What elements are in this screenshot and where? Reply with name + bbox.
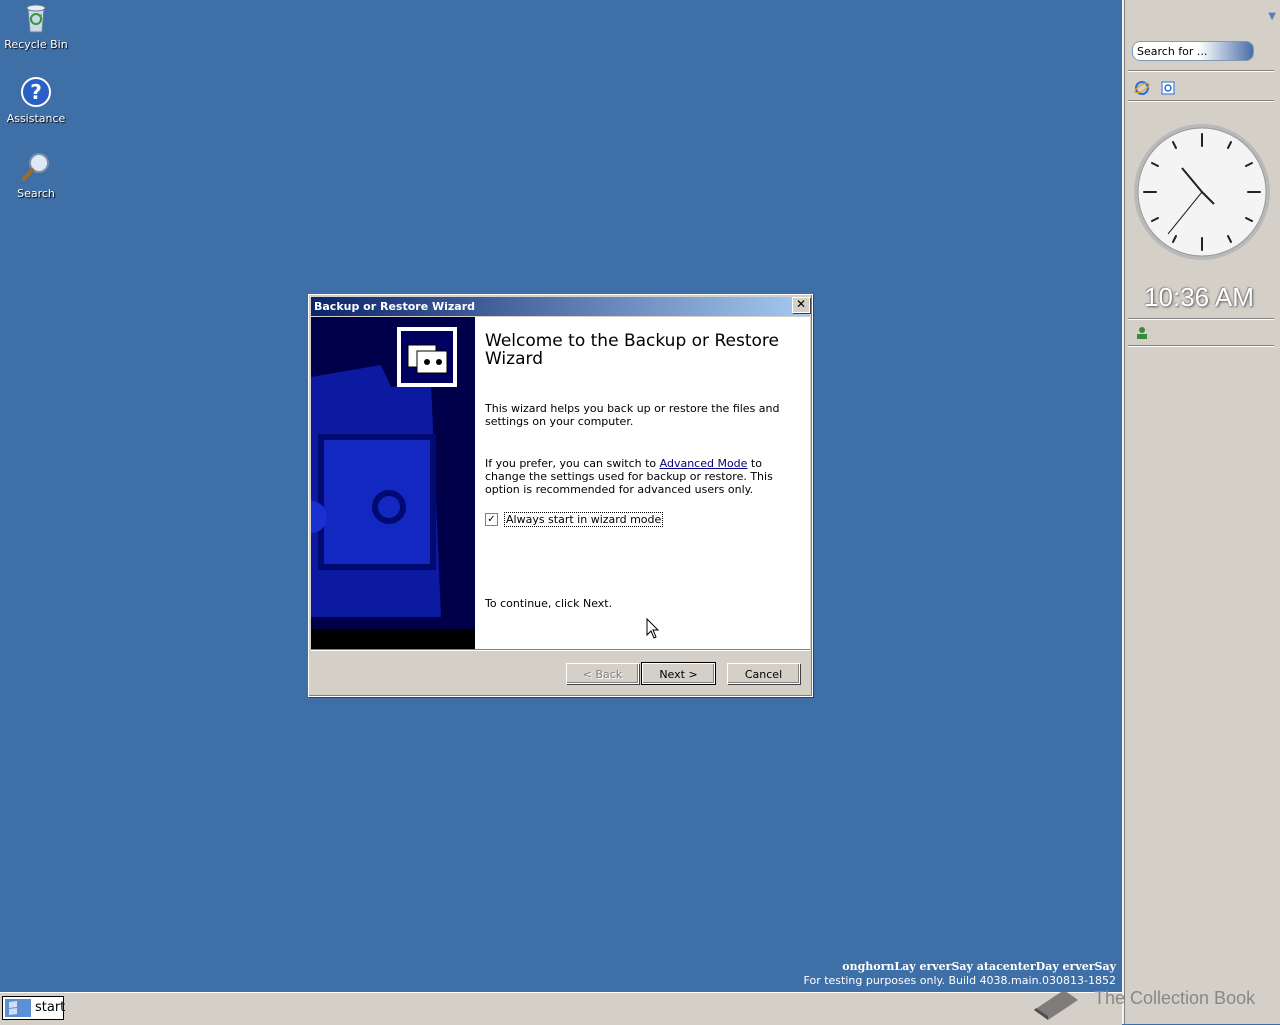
close-button[interactable]: ✕ (792, 297, 810, 313)
svg-text:?: ? (30, 80, 42, 104)
wizard-mode-label[interactable]: Always start in wizard mode (504, 512, 664, 527)
chevron-down-icon[interactable]: ▼ (1268, 11, 1276, 22)
backup-banner-graphic (311, 317, 475, 649)
continue-text: To continue, click Next. (485, 597, 613, 610)
advanced-prefix: If you prefer, you can switch to (485, 457, 660, 470)
sidebar-divider (1128, 318, 1274, 320)
mouse-cursor-icon (646, 618, 660, 639)
user-icon[interactable] (1134, 325, 1150, 341)
advanced-mode-text: If you prefer, you can switch to Advance… (485, 457, 795, 496)
dialog-title: Backup or Restore Wizard (311, 297, 810, 316)
page-title: Welcome to the Backup or Restore Wizard (485, 331, 779, 369)
windows-logo-icon (5, 999, 31, 1017)
wizard-mode-option[interactable]: ✓ Always start in wizard mode (485, 512, 664, 527)
search-label: Search (17, 187, 55, 200)
wizard-content: Welcome to the Backup or Restore Wizard … (475, 317, 810, 649)
search-input[interactable]: Search for ... (1132, 41, 1254, 61)
assistance-label: Assistance (6, 112, 66, 125)
sidebar-divider (1128, 70, 1274, 72)
back-button[interactable]: < Back (566, 663, 639, 684)
sidebar-divider (1128, 345, 1274, 347)
help-icon: ? (21, 77, 51, 107)
search-icon (22, 153, 49, 181)
close-icon: ✕ (795, 297, 807, 311)
intro-text: This wizard helps you back up or restore… (485, 402, 780, 428)
brand-text: The Collection Book (1094, 988, 1256, 1008)
desktop-icon-assistance[interactable]: ? Assistance (0, 76, 72, 125)
advanced-mode-link[interactable]: Advanced Mode (660, 457, 748, 470)
sidebar-divider (1128, 100, 1274, 102)
book-icon (1034, 990, 1078, 1020)
cancel-button[interactable]: Cancel (727, 663, 800, 684)
document-icon[interactable] (1160, 80, 1176, 96)
desktop-icon-search[interactable]: Search (0, 151, 72, 200)
internet-explorer-icon[interactable] (1134, 80, 1150, 96)
wizard-mode-checkbox[interactable]: ✓ (485, 513, 498, 526)
next-button[interactable]: Next > (641, 662, 716, 685)
start-button[interactable]: start (2, 996, 66, 1020)
start-label: start (35, 1000, 66, 1015)
taskbar: start (0, 992, 1122, 1025)
recycle-bin-label: Recycle Bin (4, 38, 68, 51)
dialog-divider (311, 649, 810, 651)
collection-book-logo: The Collection Book (1030, 982, 1280, 1022)
recycle-bin-icon (26, 4, 46, 33)
analog-clock (1134, 124, 1270, 260)
watermark-line1: onghornLay erverSay atacenterDay erverSa… (842, 960, 1116, 973)
digital-clock: 10:36 AM (1144, 282, 1254, 312)
desktop-icon-recycle-bin[interactable]: Recycle Bin (0, 2, 72, 51)
backup-restore-wizard-dialog: Backup or Restore Wizard ✕ Welcome to th… (308, 294, 813, 697)
sidebar: ▼ Search for ... 10:36 AM (1122, 0, 1280, 1024)
wizard-banner (311, 317, 475, 649)
